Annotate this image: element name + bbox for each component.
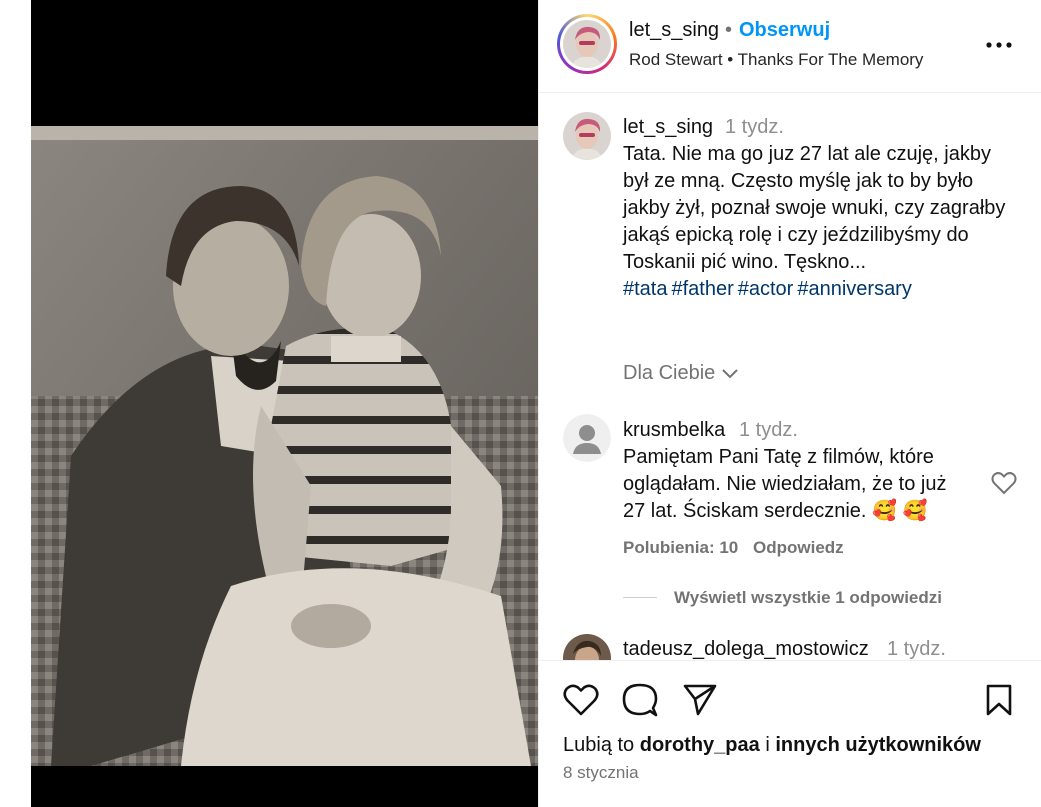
comment-likes-count[interactable]: Polubienia: 10 (623, 538, 738, 558)
comment-icon[interactable] (622, 682, 658, 723)
view-replies-button[interactable]: Wyświetl wszystkie 1 odpowiedzi (674, 588, 942, 608)
likes-summary: Lubią to dorothy_paa i innych użytkownik… (563, 734, 981, 757)
commenter-avatar[interactable] (563, 414, 611, 462)
hashtag-link[interactable]: #father (671, 278, 733, 300)
replies-divider (623, 597, 657, 598)
follow-button[interactable]: Obserwuj (739, 19, 830, 42)
comment-text: Pamiętam Pani Tatę z filmów, które ogląd… (623, 446, 947, 522)
caption-body: Tata. Nie ma go juz 27 lat ale czuję, ja… (623, 143, 1006, 273)
for-you-label: Dla Ciebie (623, 362, 716, 384)
hashtag-link[interactable]: #actor (738, 278, 794, 300)
hashtag-link[interactable]: #tata (623, 278, 667, 300)
caption-text: Tata. Nie ma go juz 27 lat ale czuję, ja… (623, 141, 1019, 303)
likes-prefix: Lubią to (563, 734, 635, 756)
send-icon[interactable] (682, 683, 718, 722)
comment-time[interactable]: 1 tydz. (739, 419, 798, 442)
caption-avatar[interactable] (563, 112, 611, 160)
caption-time[interactable]: 1 tydz. (725, 116, 784, 139)
post-details-panel: let_s_sing • Obserwuj Rod Stewart • Than… (538, 0, 1041, 807)
post-header: let_s_sing • Obserwuj Rod Stewart • Than… (539, 0, 1041, 93)
post-photo (31, 126, 538, 766)
commenter-avatar[interactable] (563, 634, 611, 660)
comment-time[interactable]: 1 tydz. (887, 638, 946, 660)
for-you-dropdown[interactable]: Dla Ciebie (623, 362, 739, 385)
header-separator: • (725, 19, 733, 41)
comment-username[interactable]: tadeusz_dolega_mostowicz (623, 638, 869, 660)
page-margin (0, 0, 31, 807)
post-actions: Lubią to dorothy_paa i innych użytkownik… (539, 660, 1041, 807)
other-likers-link[interactable]: innych użytkowników (775, 734, 981, 756)
more-horizontal-icon[interactable] (985, 30, 1013, 60)
comment-username[interactable]: krusmbelka (623, 419, 725, 442)
caption-hashtags: #tata #father #actor #anniversary (623, 276, 1019, 303)
post-media[interactable] (31, 0, 538, 807)
author-username[interactable]: let_s_sing (629, 19, 719, 42)
caption-username[interactable]: let_s_sing (623, 116, 713, 139)
author-avatar[interactable] (557, 14, 617, 74)
music-info[interactable]: Rod Stewart • Thanks For The Memory (629, 50, 923, 70)
heart-icon[interactable] (563, 683, 599, 722)
hashtag-link[interactable]: #anniversary (797, 278, 912, 300)
bookmark-icon[interactable] (985, 683, 1013, 722)
reply-button[interactable]: Odpowiedz (753, 538, 844, 558)
comments-list[interactable]: let_s_sing 1 tydz. Tata. Nie ma go juz 2… (539, 94, 1041, 660)
liker-username[interactable]: dorothy_paa (640, 734, 760, 756)
likes-middle: i (765, 734, 770, 756)
comment-like-heart-icon[interactable] (991, 471, 1017, 495)
post-date[interactable]: 8 stycznia (563, 763, 639, 783)
chevron-down-icon (722, 369, 738, 379)
